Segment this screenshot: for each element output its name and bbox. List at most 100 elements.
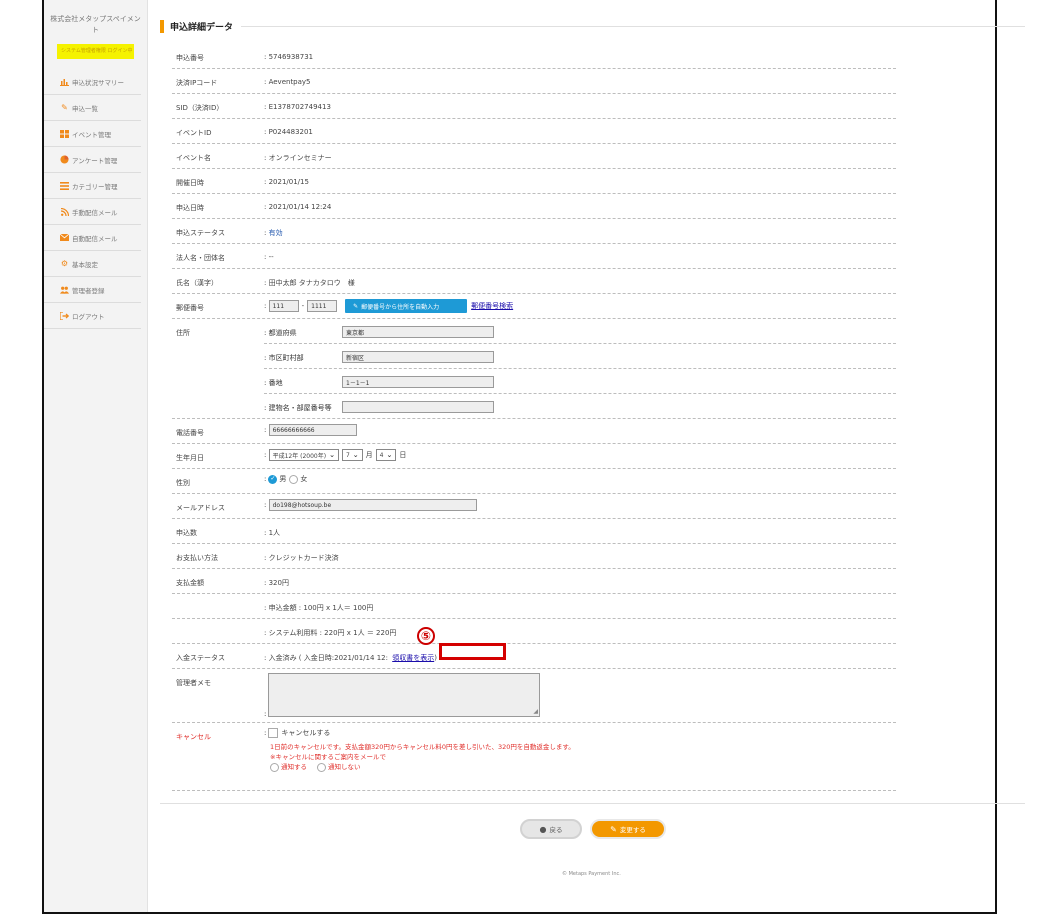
back-button-label: 戻る bbox=[549, 826, 563, 834]
email-input[interactable]: do198@hotsoup.be bbox=[268, 499, 477, 511]
sidebar-item-summary[interactable]: 申込状況サマリー bbox=[44, 69, 141, 95]
field-label: 開催日時 bbox=[176, 179, 204, 187]
street-input[interactable]: 1－1－1 bbox=[342, 376, 494, 388]
field-label: 氏名（漢字） bbox=[176, 279, 218, 287]
back-button[interactable]: ● 戻る bbox=[520, 819, 582, 839]
phone-controls: : 66666666666 bbox=[264, 424, 357, 436]
row-application-no: 申込番号 : 5746938731 bbox=[172, 44, 896, 69]
hyphen: - bbox=[301, 302, 305, 310]
phone-input[interactable]: 66666666666 bbox=[268, 424, 357, 436]
field-label: 法人名・団体名 bbox=[176, 254, 225, 262]
pie-chart-icon bbox=[60, 155, 69, 164]
field-label: 申込日時 bbox=[176, 204, 204, 212]
gender-male-label: 男 bbox=[279, 475, 287, 483]
field-value: : E1378702749413 bbox=[264, 103, 331, 111]
sidebar-item-auto-mail[interactable]: 自動配信メール bbox=[44, 225, 141, 251]
field-label: 申込数 bbox=[176, 529, 197, 537]
row-memo: 管理者メモ : ◢ bbox=[172, 669, 896, 723]
field-label: キャンセル bbox=[176, 733, 211, 741]
postal-search-link[interactable]: 郵便番号検索 bbox=[471, 301, 513, 311]
birth-month-select[interactable]: 7 ⌄ bbox=[341, 449, 363, 461]
field-label: 生年月日 bbox=[176, 454, 204, 462]
field-value: : 入金済み ( 入金日時:2021/01/14 12: 領収書を表示) bbox=[264, 653, 437, 663]
row-payment-ip: 決済IPコード : Aeventpay5 bbox=[172, 69, 896, 94]
receipt-link[interactable]: 領収書を表示 bbox=[392, 654, 434, 662]
field-value: : Aeventpay5 bbox=[264, 78, 311, 86]
row-payment-method: お支払い方法 : クレジットカード決済 bbox=[172, 544, 896, 569]
detail-table: 申込番号 : 5746938731 決済IPコード : Aeventpay5 S… bbox=[172, 44, 896, 791]
gender-male-radio[interactable]: ✓ bbox=[268, 474, 278, 484]
row-phone: 電話番号 : 66666666666 bbox=[172, 419, 896, 444]
field-value: : オンラインセミナー bbox=[264, 154, 332, 162]
field-label: 住所 bbox=[176, 329, 190, 337]
field-value: : 320円 bbox=[264, 579, 289, 587]
cancel-checkbox[interactable] bbox=[268, 728, 279, 738]
row-postal: 郵便番号 : 111 - 1111 ✎ 郵便番号から住所を自動入力 郵便番号検索 bbox=[172, 294, 896, 319]
gears-icon: ⚙ bbox=[60, 258, 69, 268]
row-status: 申込ステータス : 有効 bbox=[172, 219, 896, 244]
chevron-down-icon: ⌄ bbox=[386, 450, 393, 459]
cancel-notes: 1日前のキャンセルです。支払金額320円からキャンセル料0円を差し引いた、320… bbox=[270, 742, 575, 772]
postal-controls: : 111 - 1111 ✎ 郵便番号から住所を自動入力 郵便番号検索 bbox=[264, 299, 513, 313]
building-input[interactable] bbox=[342, 401, 494, 413]
field-value: : クレジットカード決済 bbox=[264, 554, 339, 562]
amount-detail: : 申込金額 : 100円 x 1人＝ 100円 bbox=[264, 604, 374, 612]
row-gender: 性別 : ✓ 男 女 bbox=[172, 469, 896, 494]
field-label: お支払い方法 bbox=[176, 554, 218, 562]
address-city-row: : 市区町村部 新宿区 bbox=[264, 344, 896, 369]
field-label: 決済IPコード bbox=[176, 79, 218, 87]
day-unit: 日 bbox=[399, 451, 407, 459]
sidebar-item-label: 手動配信メール bbox=[72, 208, 118, 217]
bar-chart-icon bbox=[60, 78, 69, 86]
login-status-badge: システム管理者権限 ログイン中 bbox=[57, 44, 134, 59]
field-label: イベントID bbox=[176, 129, 212, 137]
sidebar-item-label: ログアウト bbox=[72, 312, 105, 321]
footer-divider bbox=[160, 803, 1025, 804]
prefecture-input[interactable]: 東京都 bbox=[342, 326, 494, 338]
sidebar-item-events[interactable]: イベント管理 bbox=[44, 121, 141, 147]
gender-female-label: 女 bbox=[300, 475, 308, 483]
sidebar-item-category[interactable]: カテゴリー管理 bbox=[44, 173, 141, 199]
field-value: : 田中太郎 タナカタロウ 様 bbox=[264, 279, 355, 287]
sidebar-item-logout[interactable]: ログアウト bbox=[44, 303, 141, 329]
colon: : bbox=[264, 710, 267, 718]
sidebar-item-label: カテゴリー管理 bbox=[72, 182, 118, 191]
postal-part1-input[interactable]: 111 bbox=[268, 300, 299, 312]
address-prefecture-row: : 都道府県 東京都 bbox=[264, 319, 896, 344]
pencil-icon: ✎ bbox=[353, 302, 359, 310]
sidebar-item-label: 申込状況サマリー bbox=[72, 78, 124, 87]
no-notify-radio[interactable] bbox=[317, 762, 326, 772]
month-unit: 月 bbox=[365, 451, 373, 459]
field-value: : 2021/01/15 bbox=[264, 178, 309, 186]
birth-year-select[interactable]: 平成12年 (2000年) ⌄ bbox=[268, 449, 339, 461]
sidebar-item-applications[interactable]: ✎ 申込一覧 bbox=[44, 95, 141, 121]
postal-autofill-button[interactable]: ✎ 郵便番号から住所を自動入力 bbox=[345, 299, 468, 313]
sidebar-item-survey[interactable]: アンケート管理 bbox=[44, 147, 141, 173]
section-heading: 申込詳細データ bbox=[160, 18, 1025, 34]
annotation-number-badge: ⑤ bbox=[417, 627, 435, 645]
list-icon bbox=[60, 181, 69, 190]
row-birthday: 生年月日 : 平成12年 (2000年) ⌄ 7 ⌄ 月 4 ⌄ 日 bbox=[172, 444, 896, 469]
main-content: 申込詳細データ 申込番号 : 5746938731 決済IPコード : Aeve… bbox=[160, 0, 1025, 912]
grid-icon bbox=[60, 129, 69, 138]
change-button[interactable]: ✎ 変更する bbox=[590, 819, 666, 839]
resize-grip-icon[interactable]: ◢ bbox=[533, 709, 538, 715]
notify-radio[interactable] bbox=[270, 762, 279, 772]
city-input[interactable]: 新宿区 bbox=[342, 351, 494, 363]
postal-part2-input[interactable]: 1111 bbox=[307, 300, 338, 312]
sidebar-item-label: 基本設定 bbox=[72, 260, 98, 269]
row-sid: SID（決済ID） : E1378702749413 bbox=[172, 94, 896, 119]
sidebar-item-admin[interactable]: 管理者登録 bbox=[44, 277, 141, 303]
sidebar-item-settings[interactable]: ⚙ 基本設定 bbox=[44, 251, 141, 277]
cancel-checkbox-label: キャンセルする bbox=[281, 729, 331, 737]
pencil-icon: ✎ bbox=[61, 102, 68, 112]
chevron-down-icon: ⌄ bbox=[329, 450, 335, 459]
row-name: 氏名（漢字） : 田中太郎 タナカタロウ 様 bbox=[172, 269, 896, 294]
gender-female-radio[interactable] bbox=[289, 474, 299, 484]
colon: : bbox=[264, 302, 267, 310]
heading-accent bbox=[160, 19, 164, 33]
memo-textarea[interactable]: ◢ bbox=[268, 673, 540, 717]
birth-day-select[interactable]: 4 ⌄ bbox=[375, 449, 397, 461]
sidebar-item-manual-mail[interactable]: 手動配信メール bbox=[44, 199, 141, 225]
chevron-down-icon: ⌄ bbox=[352, 450, 359, 459]
